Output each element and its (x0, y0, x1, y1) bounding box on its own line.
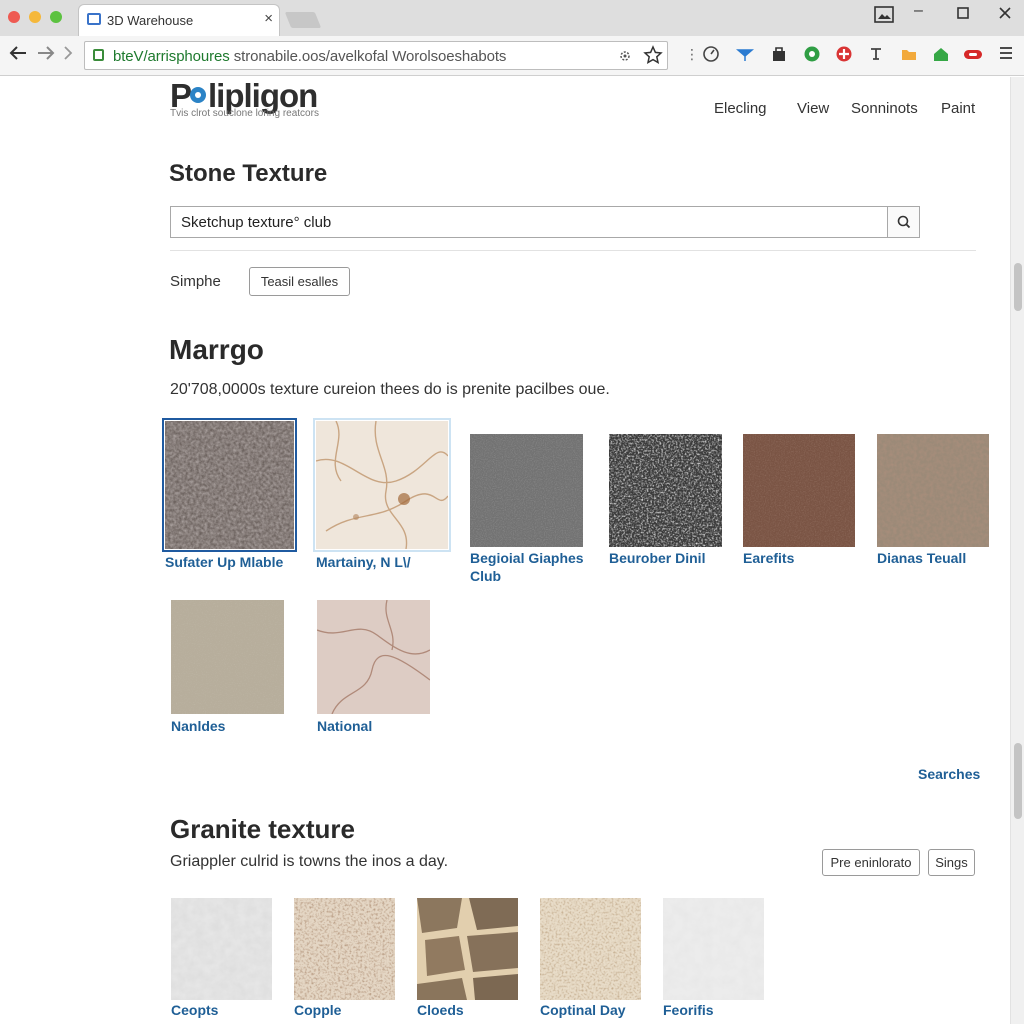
bag-extension-icon[interactable] (770, 45, 788, 63)
pill-extension-icon[interactable] (963, 45, 982, 63)
search-button[interactable] (887, 206, 920, 238)
star-icon[interactable] (643, 45, 663, 70)
maximize-icon[interactable] (956, 6, 970, 25)
granite-heading: Granite texture (170, 814, 355, 844)
filter-button[interactable]: Teasil esalles (249, 267, 350, 296)
bird-extension-icon[interactable] (735, 45, 755, 63)
close-window-dot[interactable] (8, 11, 20, 23)
marble-swatch-image (313, 418, 451, 552)
back-icon[interactable] (8, 43, 28, 69)
marble-swatch-image (743, 434, 855, 547)
section-divider (170, 250, 976, 251)
nav-item-view[interactable]: View (797, 100, 829, 117)
granite-swatch-image (417, 898, 518, 1000)
granite-primary-button[interactable]: Pre eninlorato (822, 849, 920, 876)
text-extension-icon[interactable] (867, 45, 885, 63)
browser-tab[interactable]: 3D Warehouse × (78, 4, 280, 36)
marble-swatch-image (162, 418, 297, 552)
granite-swatch-image (540, 898, 641, 1000)
filter-label: Simphe (170, 273, 221, 290)
site-tagline: Tvis clrot souclone loring reatcors (170, 108, 319, 119)
stone-heading: Stone Texture (169, 160, 328, 187)
thumb-caption[interactable]: Cloeds (417, 1001, 527, 1019)
search-icon (897, 215, 911, 229)
thumb-caption[interactable]: Martainy, N L\/ (316, 553, 456, 571)
minimize-icon[interactable]: – (914, 2, 923, 20)
more-searches-link[interactable]: Searches (918, 766, 980, 782)
thumb-caption[interactable]: Nanldes (171, 717, 301, 735)
folder-extension-icon[interactable] (900, 45, 918, 63)
thumb-caption[interactable]: Dianas Teuall (877, 549, 1007, 567)
granite-description: Griappler culrid is towns the inos a day… (170, 853, 449, 870)
picture-in-picture-icon[interactable] (874, 6, 894, 29)
granite-secondary-button[interactable]: Sings (928, 849, 975, 876)
gear-icon[interactable] (617, 45, 633, 70)
close-icon[interactable] (998, 6, 1012, 25)
address-url[interactable]: bteV/arrisphoures stronabile.oos/avelkof… (113, 48, 506, 65)
minimize-window-dot[interactable] (29, 11, 41, 23)
chevron-right-icon[interactable] (62, 43, 74, 69)
thumb-caption[interactable]: Feorifis (663, 1001, 773, 1019)
tab-favicon-icon (87, 13, 101, 25)
browser-toolbar: bteV/arrisphoures stronabile.oos/avelkof… (0, 36, 1024, 76)
evernote-extension-icon[interactable] (803, 45, 821, 63)
granite-swatch-image (663, 898, 764, 1000)
marble-heading: Marrgo (169, 334, 264, 365)
thumb-caption[interactable]: Begioial Giaphes Club (470, 549, 600, 585)
marble-description: 20'708,0000s texture cureion thees do is… (170, 381, 610, 398)
more-dots-icon[interactable]: ⋮ (683, 45, 701, 63)
thumb-caption[interactable]: Sufater Up Mlable (165, 553, 305, 571)
home-extension-icon[interactable] (932, 45, 950, 63)
thumb-caption[interactable]: Copple (294, 1001, 404, 1019)
marble-swatch-image (317, 600, 430, 714)
thumb-caption[interactable]: Beurober Dinil (609, 549, 739, 567)
new-tab-button[interactable] (284, 12, 322, 28)
thumb-caption[interactable]: Earefits (743, 549, 873, 567)
tab-title: 3D Warehouse (107, 13, 194, 28)
menu-icon[interactable] (997, 45, 1015, 63)
marble-swatch-image (877, 434, 989, 547)
search-field[interactable] (170, 206, 888, 238)
marble-swatch-image (470, 434, 583, 547)
scrollbar-thumb[interactable] (1014, 263, 1022, 311)
thumb-caption[interactable]: Coptinal Day (540, 1001, 650, 1019)
granite-swatch-image (171, 898, 272, 1000)
browser-titlebar: 3D Warehouse × – (0, 0, 1024, 36)
thumb-caption[interactable]: National (317, 717, 447, 735)
scrollbar-thumb-secondary[interactable] (1014, 743, 1022, 819)
plus-extension-icon[interactable] (835, 45, 853, 63)
nav-item-paint[interactable]: Paint (941, 100, 975, 117)
nav-item-elecling[interactable]: Elecling (714, 100, 767, 117)
site-logo[interactable]: P lipligon (170, 77, 340, 130)
lock-icon (93, 49, 104, 61)
granite-swatch-image (294, 898, 395, 1000)
forward-icon[interactable] (36, 43, 56, 69)
marble-swatch-image (171, 600, 284, 714)
timer-icon[interactable] (702, 45, 720, 63)
search-input[interactable] (171, 207, 888, 237)
page-scrollbar[interactable] (1010, 77, 1024, 1024)
tab-close-icon[interactable]: × (264, 10, 273, 27)
marble-swatch-image (609, 434, 722, 547)
page-content: P lipligon Tvis clrot souclone loring re… (0, 77, 1024, 1024)
maximize-window-dot[interactable] (50, 11, 62, 23)
thumb-caption[interactable]: Ceopts (171, 1001, 281, 1019)
address-bar[interactable]: bteV/arrisphoures stronabile.oos/avelkof… (84, 41, 668, 70)
nav-item-sonninots[interactable]: Sonninots (851, 100, 918, 117)
